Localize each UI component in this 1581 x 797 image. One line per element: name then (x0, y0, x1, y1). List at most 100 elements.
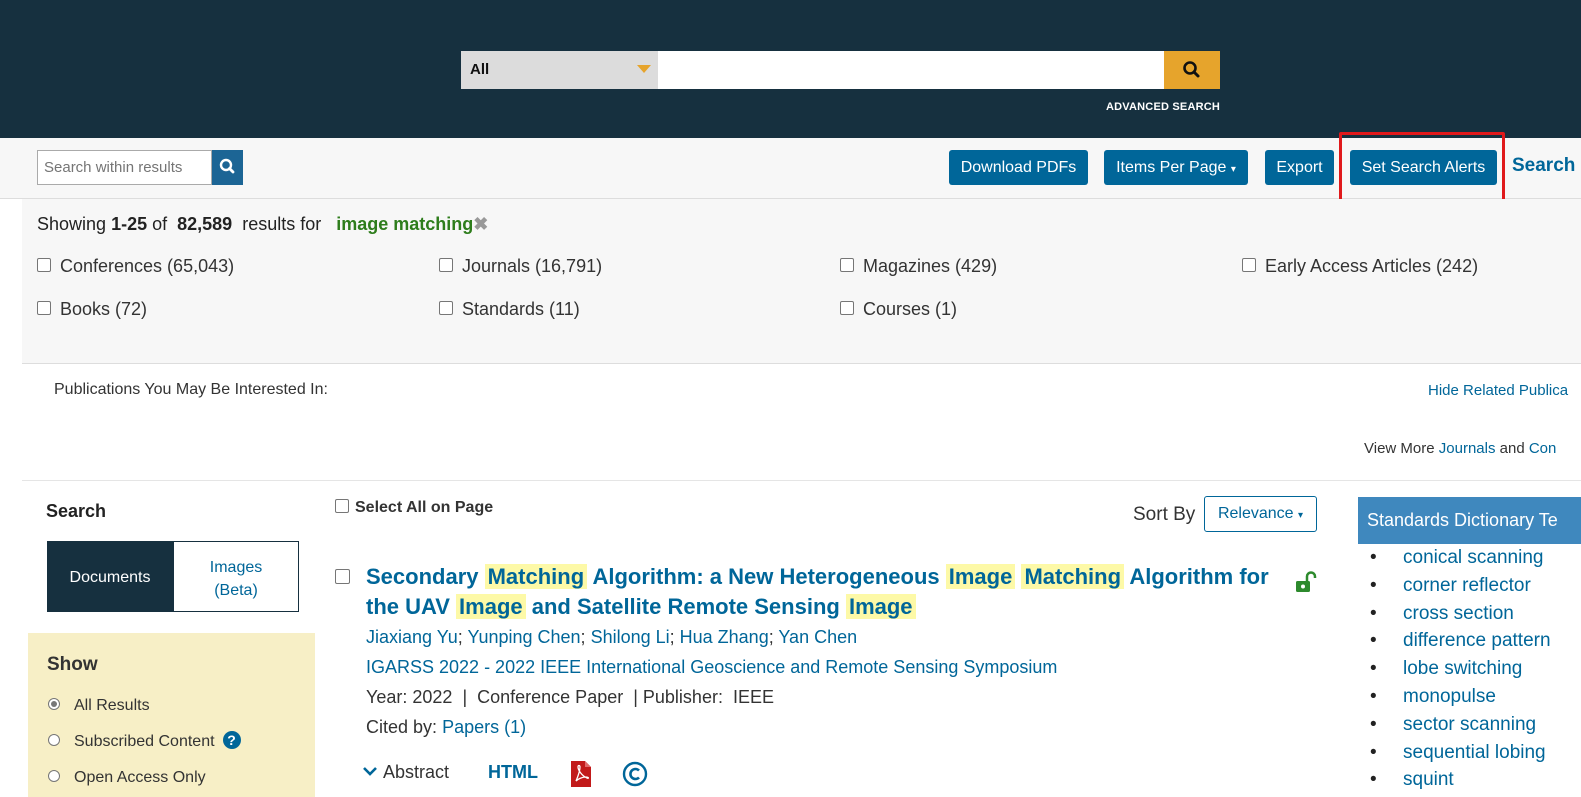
highlight-annotation-box (1339, 132, 1505, 204)
checkbox[interactable] (1242, 258, 1256, 273)
standards-term-link[interactable]: conical scanning (1366, 544, 1551, 572)
caret-down-icon: ▾ (1230, 164, 1236, 175)
standards-term-label: cross section (1403, 602, 1514, 624)
standards-term-link[interactable]: sequential lobing (1366, 739, 1551, 767)
standards-term-link[interactable]: monopulse (1366, 683, 1551, 711)
author-link[interactable]: Yan Chen (778, 627, 857, 647)
standards-term-label: lobe switching (1403, 658, 1523, 680)
sort-value: Relevance (1217, 505, 1294, 522)
author-link[interactable]: Yunping Chen (467, 627, 580, 647)
abstract-toggle[interactable]: Abstract (362, 762, 449, 783)
search-tips-link[interactable]: Search (1512, 155, 1575, 177)
standards-term-label: conical scanning (1403, 547, 1544, 568)
show-filter-title: Show (47, 654, 98, 675)
standards-term-link[interactable]: difference pattern (1366, 627, 1551, 655)
open-access-lock-icon (1295, 570, 1317, 599)
view-more-line: View More Journals and Con (1364, 440, 1556, 457)
checkbox[interactable] (840, 258, 854, 273)
facet-books[interactable]: Books (72) (37, 299, 147, 320)
radio-button[interactable] (48, 697, 60, 710)
radio-button[interactable] (48, 769, 60, 782)
facet-label: Magazines (429) (863, 256, 998, 276)
tab-documents[interactable]: Documents (47, 541, 173, 612)
result-authors: Jiaxiang Yu; Yunping Chen; Shilong Li; H… (366, 627, 858, 647)
standards-term-link[interactable]: cross section (1366, 600, 1551, 628)
search-scope-dropdown[interactable]: All (461, 51, 658, 89)
main-search-input[interactable] (658, 51, 1164, 89)
facet-magazines[interactable]: Magazines (429) (840, 256, 997, 277)
standards-term-link[interactable]: sector scanning (1366, 711, 1551, 739)
checkbox[interactable] (439, 301, 453, 316)
search-within-input[interactable] (37, 150, 212, 185)
checkbox[interactable] (335, 498, 349, 513)
standards-term-label: sequential lobing (1403, 741, 1546, 763)
checkbox[interactable] (37, 258, 51, 273)
checkbox[interactable] (840, 301, 854, 316)
content-type: Conference Paper (477, 687, 624, 707)
radio-open-access-only[interactable]: Open Access Only (48, 769, 206, 787)
export-button[interactable]: Export (1265, 150, 1334, 185)
result-venue-link[interactable]: IGARSS 2022 - 2022 IEEE International Ge… (366, 657, 1057, 678)
main-search-button[interactable] (1164, 51, 1220, 89)
facet-label: Conferences (65,043) (60, 256, 235, 276)
view-more-journals-link[interactable]: Journals (1439, 440, 1496, 457)
sort-dropdown[interactable]: Relevance ▾ (1204, 496, 1317, 532)
divider (22, 480, 1581, 481)
author-link[interactable]: Hua Zhang (680, 627, 769, 647)
radio-subscribed-content[interactable]: Subscribed Content? (48, 731, 241, 751)
radio-all-results[interactable]: All Results (48, 697, 150, 715)
checkbox[interactable] (439, 258, 453, 273)
caret-down-icon: ▾ (1298, 510, 1304, 521)
facet-conferences[interactable]: Conferences (65,043) (37, 256, 234, 277)
author-link[interactable]: Shilong Li (591, 627, 670, 647)
author-link[interactable]: Jiaxiang Yu (366, 627, 458, 647)
remove-query-icon[interactable]: ✖ (473, 214, 488, 234)
caret-down-icon[interactable] (637, 65, 651, 73)
result-meta: Year: 2022 | Conference Paper | Publishe… (366, 687, 774, 707)
checkbox[interactable] (37, 301, 51, 316)
advanced-search-link[interactable]: ADVANCED SEARCH (1106, 101, 1220, 113)
facet-standards[interactable]: Standards (11) (439, 299, 580, 320)
view-more-conferences-link[interactable]: Con (1529, 440, 1557, 457)
sort-by-label: Sort By (1133, 504, 1196, 525)
standards-term-link[interactable]: squint (1366, 766, 1551, 794)
hide-related-publications-link[interactable]: Hide Related Publica (1428, 382, 1568, 399)
tab-images-label: Images (Beta) (209, 559, 263, 599)
select-all-on-page[interactable]: Select All on Page (335, 498, 493, 517)
standards-dictionary-heading: Standards Dictionary Te (1358, 497, 1581, 544)
left-search-title: Search (46, 501, 107, 521)
title-highlight: Image (845, 594, 916, 619)
standards-term-link[interactable]: lobe switching (1366, 655, 1551, 683)
facet-early-access[interactable]: Early Access Articles (242) (1242, 256, 1478, 277)
results-total: 82,589 (177, 214, 233, 234)
standards-terms-list: conical scanning corner reflector cross se… (1366, 544, 1551, 794)
result-title-link[interactable]: Secondary Matching Algorithm: a New Hete… (366, 562, 1286, 622)
result-checkbox[interactable] (335, 569, 359, 588)
cited-papers-link[interactable]: Papers (1) (442, 717, 526, 737)
standards-term-label: difference pattern (1403, 630, 1551, 652)
checkbox[interactable] (335, 569, 350, 585)
title-highlight: Image (456, 594, 526, 619)
results-summary: Showing 1-25 of 82,589 results for image… (37, 214, 488, 235)
view-more-label: View More (1364, 440, 1435, 457)
pdf-icon[interactable] (570, 760, 592, 793)
facet-journals[interactable]: Journals (16,791) (439, 256, 602, 277)
result-cited-by: Cited by: Papers (1) (366, 717, 526, 738)
standards-term-link[interactable]: corner reflector (1366, 572, 1551, 600)
publisher-label: Publisher: (642, 687, 723, 707)
help-icon[interactable]: ? (222, 731, 241, 749)
search-within-button[interactable] (212, 150, 243, 185)
download-pdfs-button[interactable]: Download PDFs (949, 150, 1088, 185)
radio-label: Open Access Only (74, 769, 206, 786)
tab-images[interactable]: Images (Beta) (173, 541, 299, 612)
search-icon (1183, 61, 1200, 78)
radio-button[interactable] (48, 734, 60, 746)
copyright-icon[interactable] (622, 761, 648, 792)
facet-label: Early Access Articles (242) (1265, 256, 1479, 276)
standards-term-label: squint (1403, 769, 1454, 791)
facet-courses[interactable]: Courses (1) (840, 299, 957, 320)
items-per-page-button[interactable]: Items Per Page ▾ (1104, 150, 1248, 185)
showing-label: Showing (37, 214, 107, 234)
html-link[interactable]: HTML (488, 762, 538, 783)
title-text: Secondary (366, 564, 485, 589)
